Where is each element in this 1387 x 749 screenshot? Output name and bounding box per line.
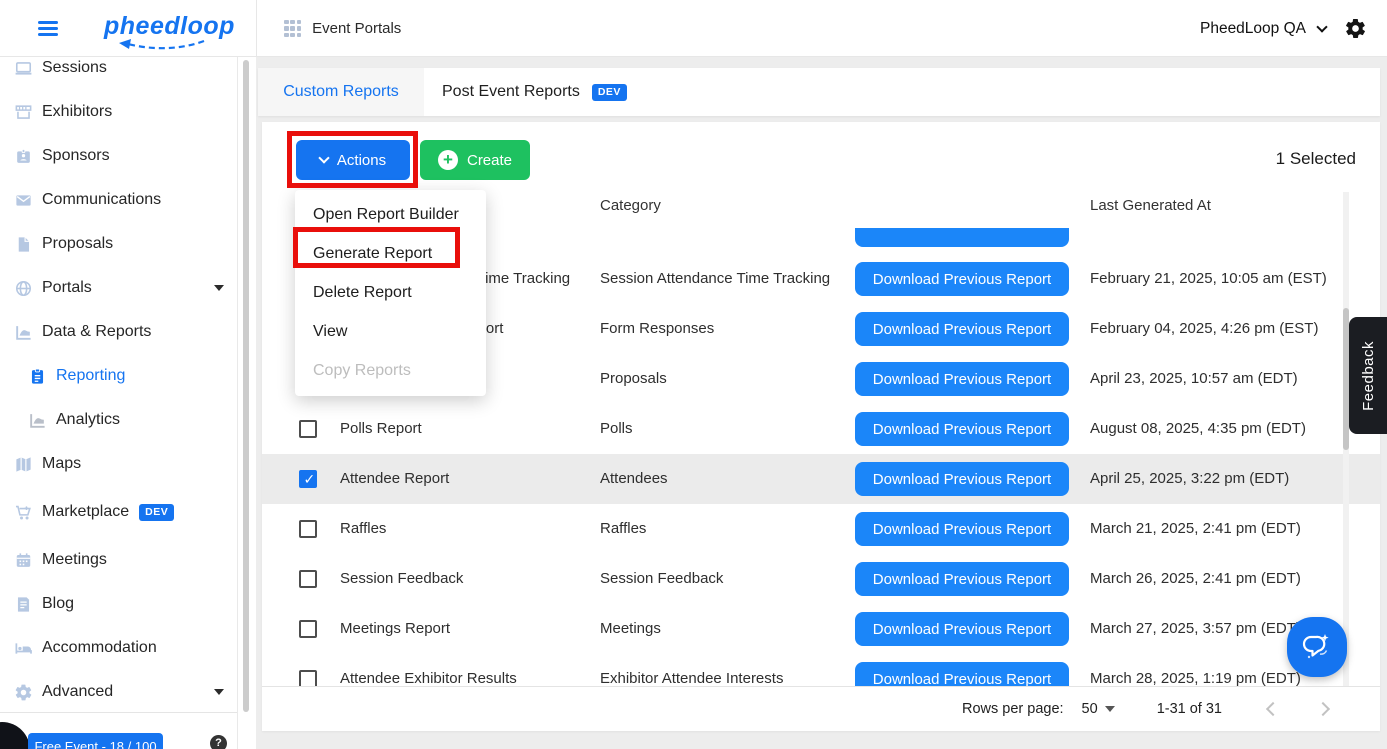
menu-item-delete-report[interactable]: Delete Report (295, 273, 486, 312)
create-button[interactable]: Create (420, 140, 530, 180)
sessions-icon (14, 59, 33, 78)
dev-badge: DEV (139, 503, 175, 521)
download-previous-report-button[interactable]: Download Previous Report (855, 312, 1069, 346)
table-row[interactable]: Polls Report Polls Download Previous Rep… (262, 404, 1380, 454)
sidebar-item-marketplace[interactable]: Marketplace DEV (0, 490, 237, 534)
download-previous-report-button-clipped[interactable] (855, 228, 1069, 247)
communications-envelope-icon (14, 191, 33, 210)
report-tabs: Custom Reports Post Event Reports DEV (258, 68, 1380, 116)
sidebar-scrollbar[interactable] (243, 60, 249, 712)
download-previous-report-button[interactable]: Download Previous Report (855, 262, 1069, 296)
chevron-down-icon (214, 689, 224, 695)
caret-down-icon (1104, 706, 1115, 712)
advanced-gear-icon (14, 683, 33, 702)
row-checkbox[interactable] (299, 520, 317, 538)
maps-icon (14, 455, 33, 474)
sidebar-item-analytics[interactable]: Analytics (0, 398, 237, 442)
event-portals-nav[interactable]: Event Portals (284, 0, 401, 57)
logo-arrow-icon (119, 39, 205, 50)
download-previous-report-button[interactable]: Download Previous Report (855, 412, 1069, 446)
tab-post-event-reports[interactable]: Post Event Reports DEV (424, 68, 627, 116)
column-header-category: Category (600, 197, 661, 214)
chevron-down-icon (318, 151, 330, 164)
portals-globe-icon (14, 279, 33, 298)
pheedloop-logo: pheedloop (104, 12, 235, 40)
row-checkbox[interactable] (299, 570, 317, 588)
tab-custom-reports[interactable]: Custom Reports (258, 68, 424, 116)
download-previous-report-button[interactable]: Download Previous Report (855, 512, 1069, 546)
header-divider (256, 0, 257, 57)
plus-icon (437, 150, 458, 170)
download-previous-report-button[interactable]: Download Previous Report (855, 562, 1069, 596)
sidebar-item-portals[interactable]: Portals (0, 266, 237, 310)
rows-per-page-select[interactable]: 50 (1082, 701, 1115, 717)
menu-item-open-report-builder[interactable]: Open Report Builder (295, 195, 486, 234)
row-checkbox[interactable] (299, 470, 317, 488)
menu-item-copy-reports: Copy Reports (313, 362, 411, 379)
table-footer: Rows per page: 50 1-31 of 31 (262, 686, 1380, 731)
sidebar: Sessions Exhibitors Sponsors Communicati… (0, 57, 256, 749)
sidebar-item-advanced[interactable]: Advanced (0, 670, 237, 714)
proposals-document-icon (14, 235, 33, 254)
app-header: pheedloop Event Portals PheedLoop QA (0, 0, 1387, 57)
sidebar-item-maps[interactable]: Maps (0, 442, 237, 486)
download-previous-report-button[interactable]: Download Previous Report (855, 462, 1069, 496)
sidebar-border (237, 57, 238, 749)
marketplace-cart-icon (14, 503, 33, 522)
corner-avatar-bubble[interactable] (0, 722, 30, 749)
sidebar-item-accommodation[interactable]: Accommodation (0, 626, 237, 670)
settings-gear-icon[interactable] (1344, 17, 1367, 40)
row-checkbox[interactable] (299, 420, 317, 438)
sidebar-item-proposals[interactable]: Proposals (0, 222, 237, 266)
help-icon[interactable]: ? (210, 735, 227, 749)
chevron-down-icon[interactable] (1316, 20, 1328, 33)
plan-badge[interactable]: Free Event - 18 / 100 (28, 733, 163, 749)
actions-button[interactable]: Actions (296, 140, 410, 180)
row-checkbox[interactable] (299, 620, 317, 638)
exhibitors-icon (14, 103, 33, 122)
sidebar-divider (0, 712, 237, 713)
blog-document-icon (14, 595, 33, 614)
sponsors-icon (14, 147, 33, 166)
meetings-calendar-icon (14, 551, 33, 570)
rows-per-page-label: Rows per page: (961, 701, 1064, 717)
data-reports-chart-icon (14, 323, 33, 342)
sidebar-item-blog[interactable]: Blog (0, 582, 237, 626)
sidebar-item-reporting[interactable]: Reporting (0, 354, 237, 398)
apps-grid-icon (284, 19, 302, 38)
sidebar-item-meetings[interactable]: Meetings (0, 538, 237, 582)
table-row-selected[interactable]: Attendee Report Attendees Download Previ… (262, 454, 1380, 504)
dev-badge: DEV (591, 83, 627, 101)
column-header-last-generated: Last Generated At (1090, 197, 1211, 214)
sidebar-item-data-reports[interactable]: Data & Reports (0, 310, 237, 354)
selected-count: 1 Selected (1275, 149, 1356, 168)
table-row[interactable]: Raffles Raffles Download Previous Report… (262, 504, 1380, 554)
pagination-range: 1-31 of 31 (1156, 701, 1222, 717)
download-previous-report-button[interactable]: Download Previous Report (855, 362, 1069, 396)
table-row[interactable]: Session Feedback Session Feedback Downlo… (262, 554, 1380, 604)
account-name[interactable]: PheedLoop QA (1200, 20, 1306, 38)
chevron-down-icon (214, 285, 224, 291)
menu-item-generate-report[interactable]: Generate Report (295, 234, 486, 273)
next-page-icon[interactable] (1315, 701, 1331, 717)
sidebar-item-communications[interactable]: Communications (0, 178, 237, 222)
sidebar-item-exhibitors[interactable]: Exhibitors (0, 90, 237, 134)
previous-page-icon[interactable] (1265, 701, 1281, 717)
sidebar-item-sponsors[interactable]: Sponsors (0, 134, 237, 178)
chat-bubble-icon (1302, 634, 1329, 659)
actions-dropdown-menu: Open Report Builder Generate Report Dele… (295, 190, 486, 396)
feedback-tab[interactable]: Feedback (1349, 317, 1387, 434)
menu-item-view[interactable]: View (295, 312, 486, 351)
download-previous-report-button[interactable]: Download Previous Report (855, 612, 1069, 646)
accommodation-bed-icon (14, 639, 33, 658)
analytics-chart-icon (28, 411, 47, 430)
reporting-clipboard-icon (28, 367, 47, 386)
chat-widget-button[interactable] (1287, 617, 1347, 677)
hamburger-menu-icon[interactable] (38, 21, 58, 39)
table-row[interactable]: Meetings Report Meetings Download Previo… (262, 604, 1380, 654)
